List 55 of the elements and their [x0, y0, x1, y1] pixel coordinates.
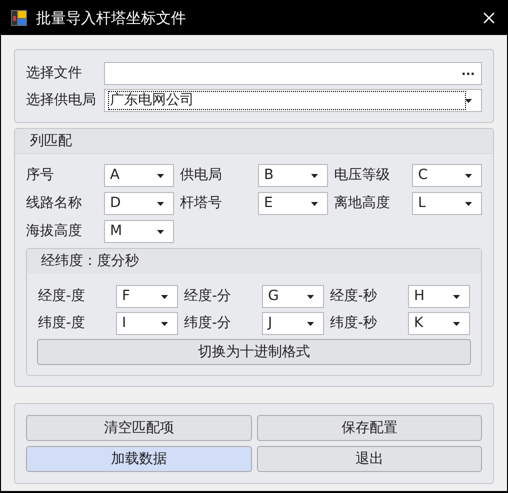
dropdown-caret-icon — [311, 202, 318, 206]
browse-button[interactable]: ··· — [461, 68, 475, 80]
dropdown-caret-icon — [157, 174, 164, 178]
dropdown[interactable]: J — [262, 312, 324, 335]
field-label: 经度-度 — [38, 287, 86, 306]
field-label: 选择文件 — [26, 64, 83, 83]
dropdown[interactable]: A — [104, 164, 174, 187]
field-label: 选择供电局 — [26, 91, 97, 110]
field-label: 杆塔号 — [180, 194, 223, 213]
window-title: 批量导入杆塔坐标文件 — [36, 8, 187, 29]
dropdown[interactable]: E — [258, 192, 328, 215]
dropdown-caret-icon — [161, 322, 168, 326]
dropdown-caret-icon — [157, 202, 164, 206]
panel-title: 列匹配 — [30, 132, 72, 150]
dropdown[interactable]: F — [116, 285, 178, 308]
app-icon — [11, 10, 27, 26]
field-label: 序号 — [26, 166, 55, 185]
dropdown[interactable]: B — [258, 164, 328, 187]
switch-format-button[interactable]: 切换为十进制格式 — [37, 339, 471, 365]
dropdown-caret-icon — [157, 230, 164, 234]
panel-title: 经纬度：度分秒 — [41, 252, 139, 271]
dropdown[interactable]: K — [408, 312, 470, 335]
dropdown[interactable]: G — [262, 285, 324, 308]
dropdown[interactable]: D — [104, 192, 174, 215]
dropdown-caret-icon — [307, 322, 314, 326]
action-button[interactable]: 清空匹配项 — [26, 415, 252, 441]
field-label: 纬度-度 — [38, 314, 86, 333]
close-icon[interactable] — [483, 12, 495, 24]
field-label: 纬度-分 — [184, 314, 232, 333]
field-label: 线路名称 — [26, 194, 83, 213]
action-button[interactable]: 退出 — [256, 446, 482, 472]
dropdown-caret-icon — [453, 322, 460, 326]
dropdown[interactable]: M — [104, 220, 174, 243]
field-label: 离地高度 — [334, 194, 391, 213]
dropdown[interactable]: C — [412, 164, 482, 187]
action-button[interactable]: 保存配置 — [256, 415, 482, 441]
field-label: 供电局 — [180, 166, 223, 185]
dropdown-caret-icon — [161, 294, 168, 298]
dropdown-caret-icon — [307, 294, 314, 298]
field-label: 纬度-秒 — [330, 314, 378, 333]
dropdown-caret-icon — [453, 294, 460, 298]
dropdown[interactable]: I — [116, 312, 178, 335]
field-label: 电压等级 — [334, 166, 391, 185]
dropdown[interactable]: H — [408, 285, 470, 308]
field-label: 经度-秒 — [330, 287, 378, 306]
dropdown[interactable]: L — [412, 192, 482, 215]
dropdown-caret-icon — [465, 202, 472, 206]
dropdown-caret-icon — [465, 174, 472, 178]
action-button[interactable]: 加载数据 — [26, 446, 252, 472]
file-path-field[interactable]: ··· — [104, 62, 482, 85]
dropdown[interactable]: 广东电网公司 — [104, 89, 482, 112]
dropdown-caret-icon — [465, 98, 472, 102]
dropdown-caret-icon — [311, 174, 318, 178]
field-label: 海拔高度 — [26, 222, 83, 241]
field-label: 经度-分 — [184, 287, 232, 306]
